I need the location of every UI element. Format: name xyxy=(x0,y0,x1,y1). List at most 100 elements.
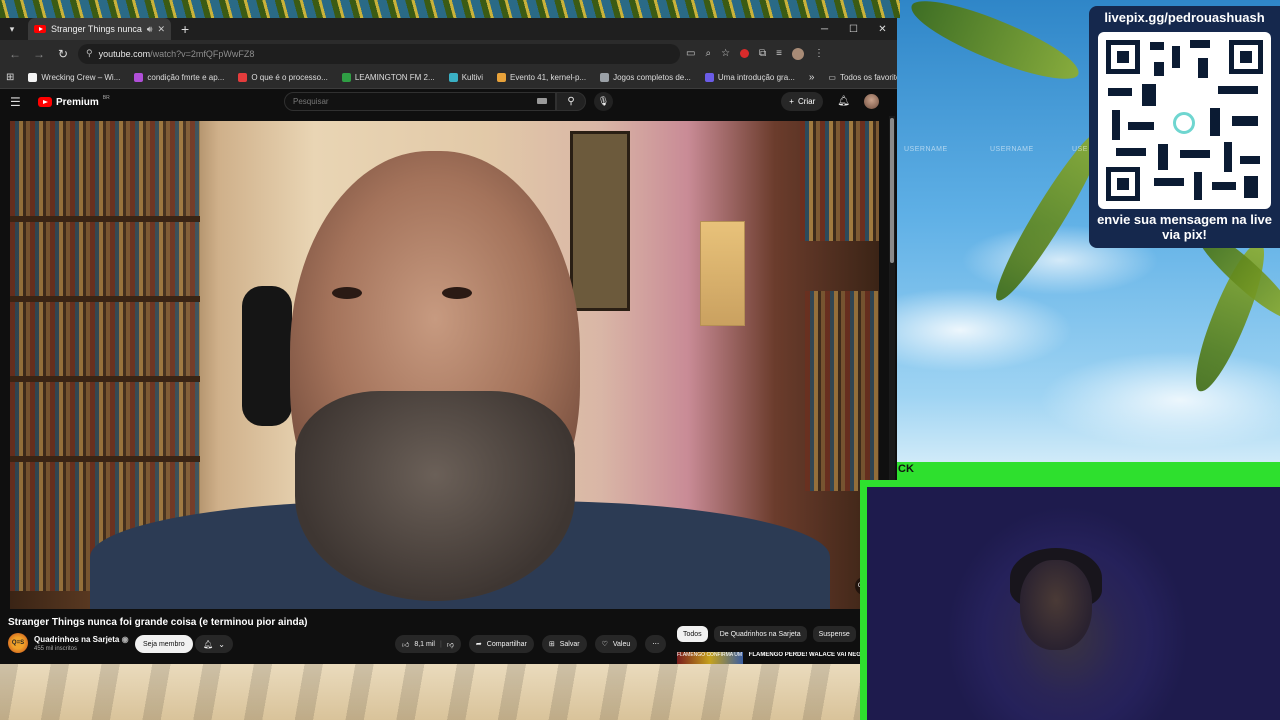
new-tab-button[interactable]: + xyxy=(181,21,189,37)
search-input[interactable]: Pesquisar xyxy=(284,92,556,111)
bookshelf-right xyxy=(800,121,879,241)
qr-module xyxy=(1116,148,1146,156)
media-queue-icon[interactable]: ≡ xyxy=(776,48,782,59)
chip-suspense[interactable]: Suspense xyxy=(812,626,856,642)
bookmark-item[interactable]: Kultivi xyxy=(448,73,483,82)
apps-grid-icon[interactable]: ⊞ xyxy=(6,72,14,83)
eye xyxy=(332,287,362,299)
chair xyxy=(242,286,292,426)
thumbs-down-icon[interactable]: 👎︎ xyxy=(447,640,454,649)
join-button[interactable]: Seja membro xyxy=(135,635,193,653)
qr-module xyxy=(1244,176,1258,198)
avatar[interactable] xyxy=(864,94,879,109)
beard xyxy=(295,391,575,601)
thumbs-up-icon: 👍︎ xyxy=(402,641,410,649)
webcam-tag: CK xyxy=(898,463,914,475)
qr-module xyxy=(1240,156,1260,164)
channel-avatar[interactable]: Q=S xyxy=(8,633,28,653)
youtube-header: ☰ Premium BR Pesquisar ⚲ 🎙︎ + Criar 🔔︎ xyxy=(0,89,897,115)
back-icon[interactable]: ← xyxy=(6,47,24,61)
divider: | xyxy=(439,640,442,648)
youtube-favicon-icon xyxy=(34,25,46,33)
bookmark-item[interactable]: Wrecking Crew – Wi... xyxy=(28,73,120,82)
qr-module xyxy=(1112,110,1120,140)
site-info-icon[interactable]: ⚲ xyxy=(86,48,93,59)
logo-country: BR xyxy=(102,95,110,101)
bookmark-item[interactable]: Evento 41, kernel-p... xyxy=(497,73,586,82)
webcam-frame-top xyxy=(897,462,1280,480)
like-button[interactable]: 👍︎ 8,1 mil | 👎︎ xyxy=(395,635,461,653)
search-button[interactable]: ⚲ xyxy=(556,92,586,111)
chip-channel[interactable]: De Quadrinhos na Sarjeta xyxy=(713,626,807,642)
bell-icon: 🔔︎ xyxy=(203,639,214,649)
speaker-icon[interactable]: 🔊︎ xyxy=(147,24,153,35)
qr-finder xyxy=(1106,167,1140,201)
header-actions: + Criar 🔔︎ xyxy=(781,92,879,111)
all-bookmarks[interactable]: ▭ Todos os favoritos xyxy=(828,73,897,82)
bookmark-item[interactable]: LEAMINGTON FM 2... xyxy=(341,73,435,82)
bookmark-item[interactable]: condição fmrte e ap... xyxy=(134,73,224,82)
close-window-button[interactable]: ✕ xyxy=(868,18,897,40)
more-bookmarks-icon[interactable]: » xyxy=(809,72,815,83)
bookmarks-bar: ⊞ Wrecking Crew – Wi... condição fmrte e… xyxy=(0,67,897,89)
tab-youtube[interactable]: Stranger Things nunca foi g 🔊︎ ✕ xyxy=(28,18,171,40)
chrome-menu-icon[interactable]: ⋮ xyxy=(814,48,824,59)
shelf-board xyxy=(10,296,200,302)
save-icon: ⊞ xyxy=(548,641,555,648)
maximize-button[interactable]: ☐ xyxy=(839,18,868,40)
chevron-down-icon: ⌄ xyxy=(218,639,225,649)
forward-icon[interactable]: → xyxy=(30,47,48,61)
extension-red-icon[interactable] xyxy=(740,49,750,58)
notifications-icon[interactable]: 🔔︎ xyxy=(837,96,850,107)
voice-search-button[interactable]: 🎙︎ xyxy=(594,92,613,111)
qr-finder xyxy=(1229,40,1263,74)
qr-code xyxy=(1098,32,1271,209)
zoom-icon[interactable]: ⌕ xyxy=(705,48,711,59)
bookmark-item[interactable]: O que é o processo... xyxy=(238,73,328,82)
subscription-bell-button[interactable]: 🔔︎ ⌄ xyxy=(195,635,233,653)
qr-module xyxy=(1180,150,1210,158)
livepix-logo-icon xyxy=(1173,112,1195,134)
like-count: 8,1 mil xyxy=(414,640,435,648)
thanks-button[interactable]: ♡ Valeu xyxy=(594,635,638,653)
chip-all[interactable]: Todos xyxy=(677,626,708,642)
extensions-puzzle-icon[interactable]: ⧉ xyxy=(759,48,766,59)
create-button[interactable]: + Criar xyxy=(781,92,824,111)
keyboard-icon[interactable] xyxy=(537,98,547,104)
bookmark-favicon-icon xyxy=(497,73,507,82)
create-label: Criar xyxy=(797,97,816,106)
palm-leaves-top xyxy=(0,0,900,18)
streamer-face xyxy=(1020,560,1092,650)
minimize-button[interactable]: ─ xyxy=(810,18,839,40)
video-player[interactable]: Q=S xyxy=(10,121,879,609)
more-actions-button[interactable]: ⋯ xyxy=(645,635,667,653)
recommended-video[interactable]: FLAMENGO CONFIRMA UM DOS MAIORES FLAMENG… xyxy=(677,652,882,664)
reload-icon[interactable]: ↻ xyxy=(54,47,72,61)
youtube-logo[interactable]: Premium BR xyxy=(38,95,110,108)
channel-subscribers: 455 mil inscritos xyxy=(34,645,78,652)
save-button[interactable]: ⊞ Salvar xyxy=(541,635,587,653)
search-icon: ⚲ xyxy=(567,96,575,107)
bookmark-item[interactable]: Jogos completos de... xyxy=(600,73,691,82)
menu-icon[interactable]: ☰ xyxy=(10,95,26,109)
channel-name[interactable]: Quadrinhos na Sarjeta ◉ xyxy=(34,635,129,644)
share-button[interactable]: ➦ Compartilhar xyxy=(468,635,534,653)
bookmark-item[interactable]: Uma introdução gra... xyxy=(704,73,795,82)
share-icon: ➦ xyxy=(475,641,482,648)
tab-search-icon[interactable]: ▾ xyxy=(0,24,24,35)
scrollbar-thumb[interactable] xyxy=(890,118,894,263)
url-field[interactable]: ⚲ youtube.com /watch?v=2mfQFpWwFZ8 xyxy=(78,43,680,64)
bookmark-label: Evento 41, kernel-p... xyxy=(510,73,587,82)
qr-module xyxy=(1190,40,1210,48)
cast-icon[interactable]: ▭ xyxy=(686,48,695,59)
qr-module xyxy=(1142,84,1156,106)
bookmark-star-icon[interactable]: ☆ xyxy=(721,48,730,59)
plus-icon: + xyxy=(789,97,794,106)
close-tab-icon[interactable]: ✕ xyxy=(157,24,165,35)
qr-module xyxy=(1210,108,1220,136)
wall-poster xyxy=(700,221,745,326)
channel-text: Quadrinhos na Sarjeta ◉ 455 mil inscrito… xyxy=(34,635,129,652)
wall-frame xyxy=(570,131,630,311)
qr-message: envie sua mensagem na live via pix! xyxy=(1097,212,1272,242)
profile-icon[interactable] xyxy=(792,47,805,60)
